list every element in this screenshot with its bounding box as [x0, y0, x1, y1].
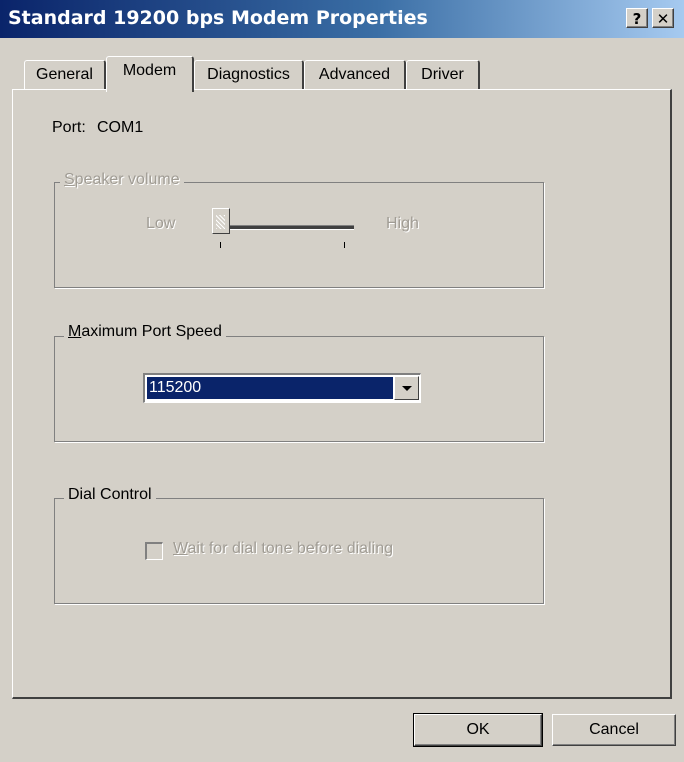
tab-advanced-label: Advanced: [318, 66, 391, 83]
help-icon: ?: [632, 10, 642, 28]
tab-modem-label: Modem: [122, 62, 177, 79]
slider-tick-high: [344, 242, 345, 248]
speaker-volume-slider-thumb[interactable]: [212, 208, 230, 234]
ok-button[interactable]: OK: [413, 713, 543, 747]
port-value: COM1: [97, 119, 144, 136]
speaker-volume-slider-track[interactable]: [228, 225, 354, 230]
port-speed-select[interactable]: 115200: [143, 373, 421, 403]
close-button[interactable]: ✕: [652, 8, 674, 28]
title-bar[interactable]: Standard 19200 bps Modem Properties ? ✕: [0, 0, 684, 38]
wait-for-dial-tone-label: Wait for dial tone before dialing: [173, 540, 393, 557]
port-speed-selected-value: 115200: [147, 377, 393, 399]
slider-tick-low: [220, 242, 221, 248]
tab-diagnostics-label: Diagnostics: [207, 66, 290, 83]
modem-properties-dialog: Standard 19200 bps Modem Properties ? ✕ …: [0, 0, 684, 762]
tab-driver-label: Driver: [421, 66, 464, 83]
chevron-down-icon[interactable]: [394, 376, 419, 400]
speaker-volume-legend: Speaker volume: [60, 171, 184, 189]
tab-modem[interactable]: Modem: [106, 56, 194, 92]
cancel-button[interactable]: Cancel: [552, 714, 676, 746]
tab-diagnostics[interactable]: Diagnostics: [194, 60, 304, 90]
tab-advanced[interactable]: Advanced: [304, 60, 406, 90]
tab-general[interactable]: General: [24, 60, 106, 90]
port-label: Port:: [52, 119, 86, 136]
close-icon: ✕: [656, 10, 670, 28]
tab-driver[interactable]: Driver: [406, 60, 480, 90]
cancel-button-label: Cancel: [589, 721, 639, 738]
max-port-speed-legend: Maximum Port Speed: [64, 323, 226, 341]
window-title: Standard 19200 bps Modem Properties: [8, 7, 428, 29]
ok-button-label: OK: [466, 721, 490, 738]
speaker-high-label: High: [386, 215, 419, 232]
speaker-low-label: Low: [146, 215, 176, 232]
help-button[interactable]: ?: [626, 8, 648, 28]
speaker-volume-group: [54, 182, 544, 288]
wait-for-dial-tone-checkbox[interactable]: [145, 542, 163, 560]
tab-general-label: General: [36, 66, 93, 83]
dial-control-legend: Dial Control: [64, 486, 156, 504]
